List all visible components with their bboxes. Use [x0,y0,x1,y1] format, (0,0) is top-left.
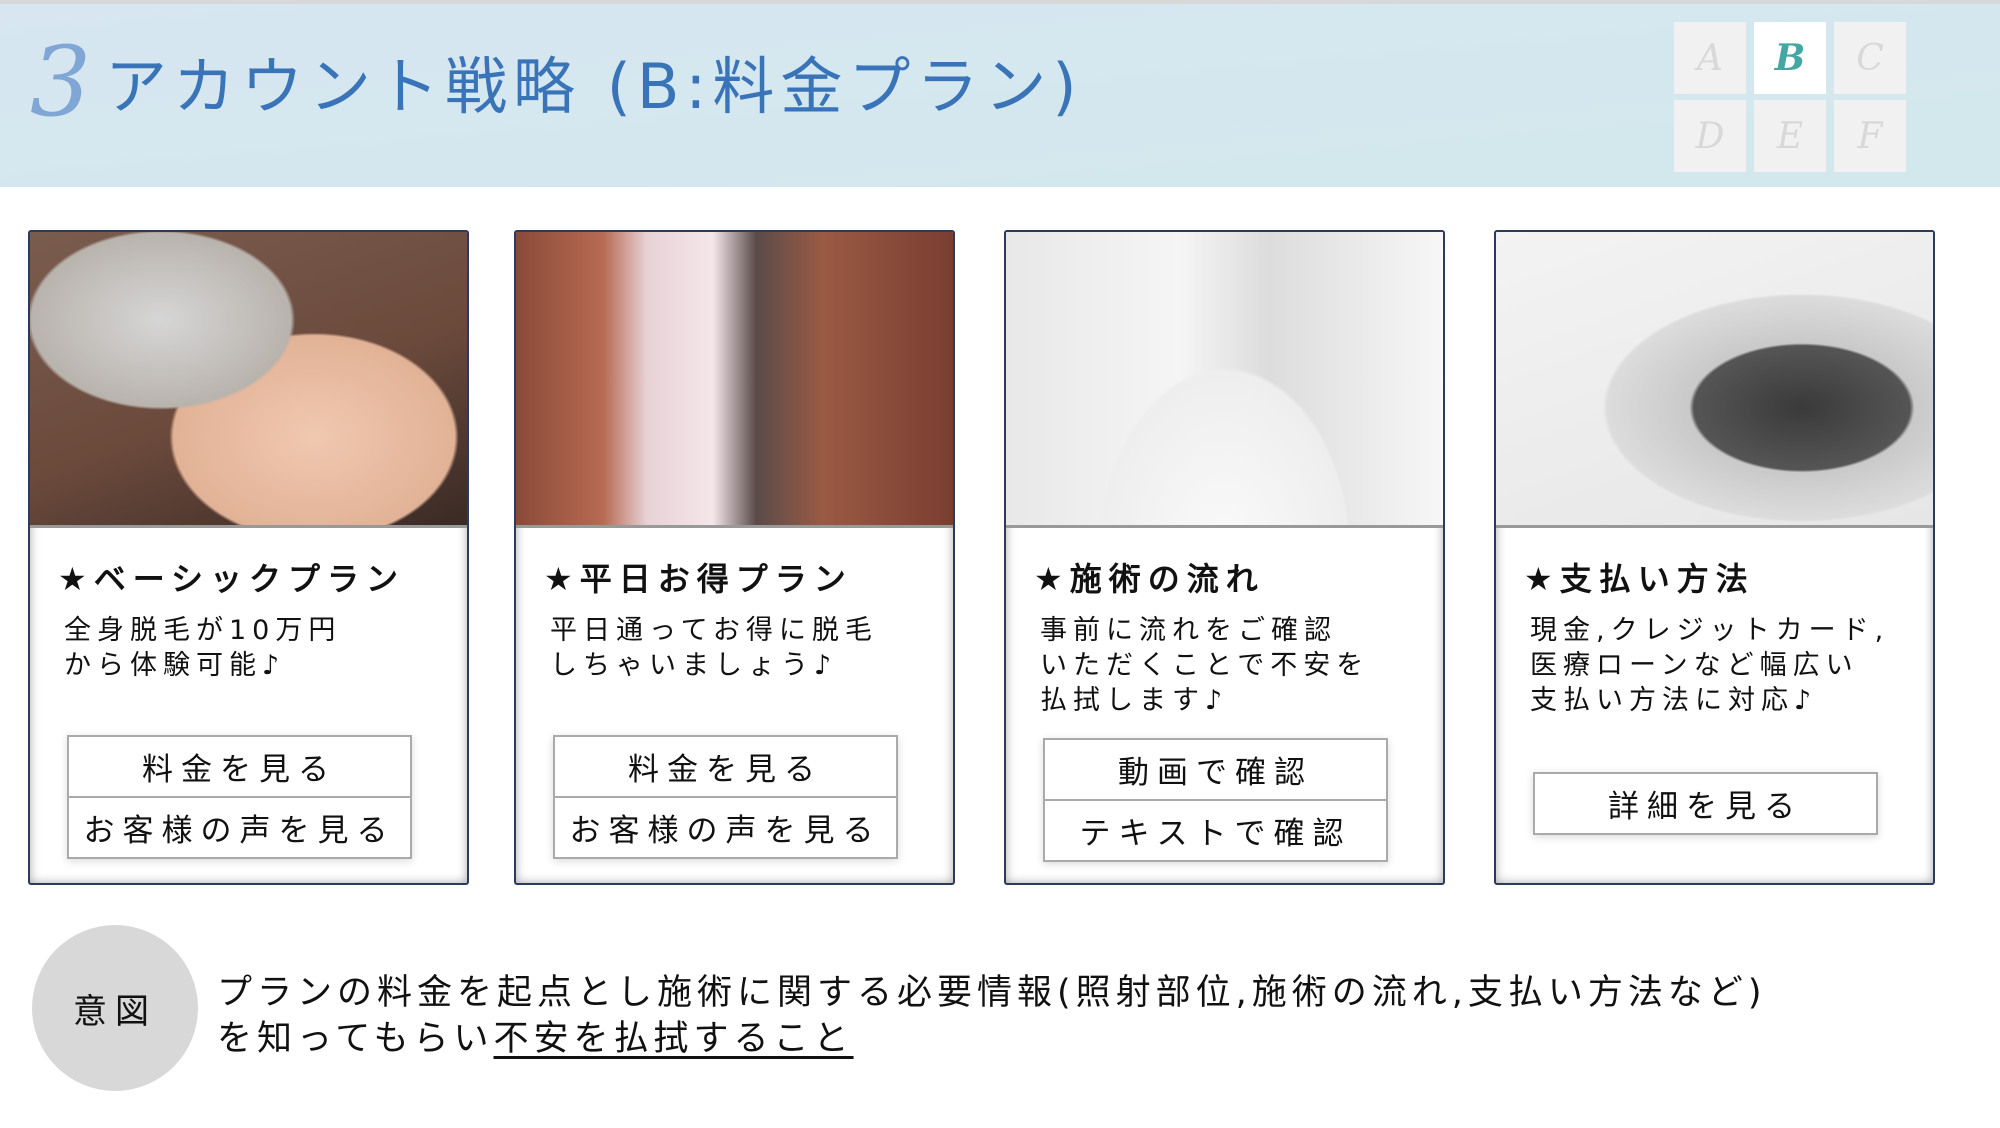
view-reviews-button[interactable]: お客様の声を見る [69,796,410,857]
card-description: 全身脱毛が10万円 から体験可能♪ [64,613,341,683]
button-group: 料金を見る お客様の声を見る [67,735,412,859]
desc-line: から体験可能♪ [64,650,286,681]
desc-line: 現金,クレジットカード, [1530,615,1890,646]
button-group: 詳細を見る [1533,772,1878,835]
card-description: 事前に流れをご確認 いただくことで不安を 払拭します♪ [1040,613,1369,718]
treatment-photo [30,232,467,528]
card-description: 平日通ってお得に脱毛 しちゃいましょう♪ [550,613,878,683]
variant-c[interactable]: C [1834,22,1906,94]
desc-line: しちゃいましょう♪ [550,650,838,681]
card-heading: ★施術の流れ [1034,560,1265,598]
desc-line: 事前に流れをご確認 [1040,615,1337,646]
card-treatment-flow: ★施術の流れ 事前に流れをご確認 いただくことで不安を 払拭します♪ 動画で確認… [1004,230,1445,885]
button-group: 動画で確認 テキストで確認 [1043,738,1388,862]
section-number: 3 [30,26,92,138]
clipboard-photo [1006,232,1443,528]
desc-line: 全身脱毛が10万円 [64,615,342,646]
woman-city-photo [516,232,953,528]
intent-text: プランの料金を起点とし施術に関する必要情報(照射部位,施術の流れ,支払い方法など… [217,970,1767,1062]
card-description: 現金,クレジットカード, 医療ローンなど幅広い 支払い方法に対応♪ [1530,613,1889,718]
desc-line: いただくことで不安を [1040,650,1370,681]
intent-badge: 意図 [32,925,198,1091]
intent-prefix: を知ってもらい [217,1019,494,1059]
desc-line: 支払い方法に対応♪ [1530,685,1818,716]
variant-b[interactable]: B [1754,22,1826,94]
read-text-button[interactable]: テキストで確認 [1045,799,1386,860]
variant-e[interactable]: E [1754,100,1826,172]
header-band: 3 アカウント戦略 (B:料金プラン) A B C D E F [0,0,2000,187]
intent-line-2: を知ってもらい不安を払拭すること [217,1016,1767,1062]
variant-d[interactable]: D [1674,100,1746,172]
view-reviews-button[interactable]: お客様の声を見る [555,796,896,857]
card-heading: ★ベーシックプラン [58,560,406,598]
intent-line-1: プランの料金を起点とし施術に関する必要情報(照射部位,施術の流れ,支払い方法など… [217,973,1767,1013]
button-group: 料金を見る お客様の声を見る [553,735,898,859]
variant-a[interactable]: A [1674,22,1746,94]
desc-line: 平日通ってお得に脱毛 [550,615,878,646]
view-price-button[interactable]: 料金を見る [555,737,896,796]
card-basic-plan: ★ベーシックプラン 全身脱毛が10万円 から体験可能♪ 料金を見る お客様の声を… [28,230,469,885]
variant-f[interactable]: F [1834,100,1906,172]
view-details-button[interactable]: 詳細を見る [1535,774,1876,833]
card-payment-methods: ★支払い方法 現金,クレジットカード, 医療ローンなど幅広い 支払い方法に対応♪… [1494,230,1935,885]
desc-line: 払拭します♪ [1040,685,1229,716]
card-heading: ★平日お得プラン [544,560,853,598]
page-title: アカウント戦略 (B:料金プラン) [105,50,1083,123]
card-weekday-plan: ★平日お得プラン 平日通ってお得に脱毛 しちゃいましょう♪ 料金を見る お客様の… [514,230,955,885]
intent-emphasis: 不安を払拭すること [493,1019,854,1059]
view-price-button[interactable]: 料金を見る [69,737,410,796]
card-heading: ★支払い方法 [1524,560,1755,598]
desc-line: 医療ローンなど幅広い [1530,650,1859,681]
variant-grid: A B C D E F [1674,22,1906,172]
watch-video-button[interactable]: 動画で確認 [1045,740,1386,799]
calculator-photo [1496,232,1933,528]
